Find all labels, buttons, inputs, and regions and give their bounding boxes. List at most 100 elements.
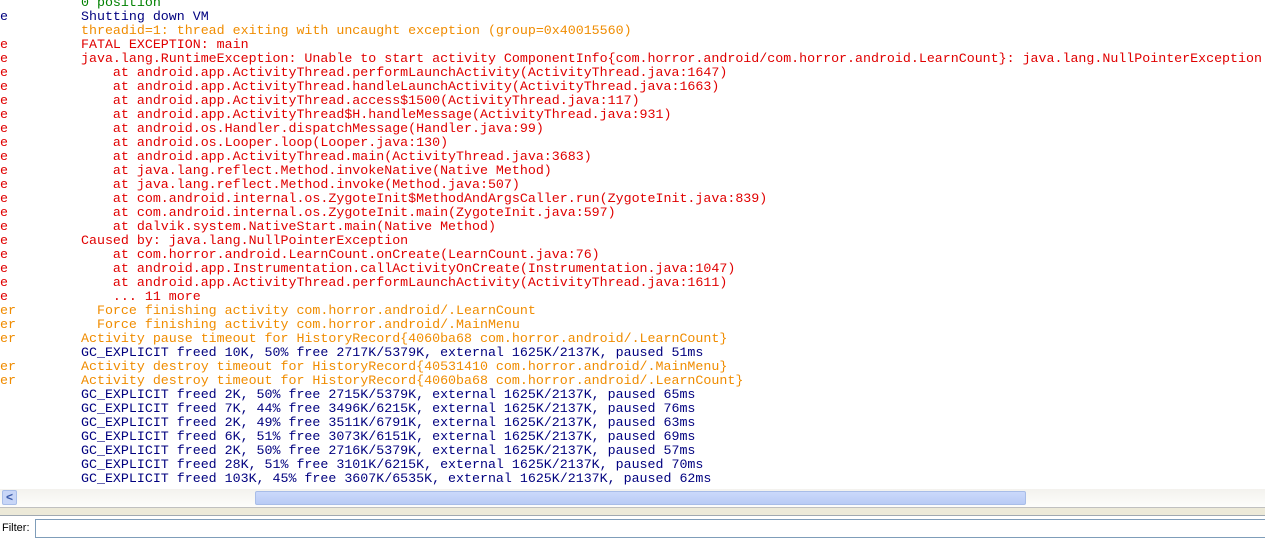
log-row[interactable]: e at android.app.ActivityThread.handleLa…	[0, 80, 1265, 94]
log-row[interactable]: GC_EXPLICIT freed 28K, 51% free 3101K/62…	[0, 458, 1265, 472]
log-message: at android.app.ActivityThread.main(Activ…	[81, 149, 592, 164]
log-row[interactable]: e at android.app.ActivityThread.performL…	[0, 276, 1265, 290]
log-tag: e	[0, 51, 8, 66]
log-message: at java.lang.reflect.Method.invoke(Metho…	[81, 177, 520, 192]
divider	[0, 507, 1265, 516]
log-tag: e	[0, 149, 8, 164]
log-row[interactable]: er Activity pause timeout for HistoryReco…	[0, 332, 1265, 346]
log-tag: e	[0, 37, 8, 52]
log-message: at android.app.ActivityThread.performLau…	[81, 275, 728, 290]
log-message: Activity destroy timeout for HistoryReco…	[81, 373, 744, 388]
log-row[interactable]: e at java.lang.reflect.Method.invokeNati…	[0, 164, 1265, 178]
log-tag: e	[0, 65, 8, 80]
log-message: GC_EXPLICIT freed 28K, 51% free 3101K/62…	[81, 457, 704, 472]
log-message: Activity pause timeout for HistoryRecord…	[81, 331, 728, 346]
filter-input[interactable]	[35, 519, 1265, 538]
log-row[interactable]: er Activity destroy timeout for HistoryRe…	[0, 360, 1265, 374]
log-row[interactable]: GC_EXPLICIT freed 2K, 50% free 2716K/537…	[0, 444, 1265, 458]
log-row[interactable]: e at android.app.ActivityThread$H.handle…	[0, 108, 1265, 122]
log-tag: e	[0, 135, 8, 150]
log-row[interactable]: e FATAL EXCEPTION: main	[0, 38, 1265, 52]
log-tag: e	[0, 233, 8, 248]
logcat-output: 0 position e Shutting down VM threadid=1: t…	[0, 0, 1265, 489]
log-message: at android.app.ActivityThread.performLau…	[81, 65, 728, 80]
log-message: java.lang.RuntimeException: Unable to st…	[81, 51, 1262, 66]
log-row[interactable]: e Shutting down VM	[0, 10, 1265, 24]
log-message: at dalvik.system.NativeStart.main(Native…	[81, 219, 496, 234]
log-message: at android.app.ActivityThread.handleLaun…	[81, 79, 720, 94]
log-message: at android.os.Handler.dispatchMessage(Ha…	[81, 121, 544, 136]
log-row[interactable]: e Caused by: java.lang.NullPointerExcepti…	[0, 234, 1265, 248]
log-tag: e	[0, 219, 8, 234]
log-message: at com.android.internal.os.ZygoteInit.ma…	[81, 205, 616, 220]
log-row[interactable]: e at android.app.ActivityThread.performL…	[0, 66, 1265, 80]
log-tag: e	[0, 79, 8, 94]
log-message: GC_EXPLICIT freed 2K, 50% free 2715K/537…	[81, 387, 696, 402]
log-row[interactable]: e at com.android.internal.os.ZygoteInit$…	[0, 192, 1265, 206]
log-row[interactable]: e ... 11 more	[0, 290, 1265, 304]
log-tag: e	[0, 107, 8, 122]
log-tag: er	[0, 373, 16, 388]
horizontal-scrollbar[interactable]: <	[0, 489, 1265, 507]
log-row[interactable]: threadid=1: thread exiting with uncaught…	[0, 24, 1265, 38]
log-tag: er	[0, 331, 16, 346]
log-row[interactable]: GC_EXPLICIT freed 2K, 50% free 2715K/537…	[0, 388, 1265, 402]
log-message: ... 11 more	[81, 289, 201, 304]
log-tag: e	[0, 289, 8, 304]
log-row[interactable]: er Force finishing activity com.horror.a…	[0, 304, 1265, 318]
log-message: at com.horror.android.LearnCount.onCreat…	[81, 247, 600, 262]
log-message: at android.app.ActivityThread$H.handleMe…	[81, 107, 672, 122]
log-row[interactable]: e at android.os.Looper.loop(Looper.java:…	[0, 136, 1265, 150]
log-row[interactable]: e java.lang.RuntimeException: Unable to s…	[0, 52, 1265, 66]
log-message: Caused by: java.lang.NullPointerExceptio…	[81, 233, 409, 248]
log-tag: e	[0, 93, 8, 108]
log-row[interactable]: e at android.app.ActivityThread.main(Act…	[0, 150, 1265, 164]
log-message: at java.lang.reflect.Method.invokeNative…	[81, 163, 552, 178]
log-tag: e	[0, 205, 8, 220]
log-message: at android.app.ActivityThread.access$150…	[81, 93, 640, 108]
log-message: Force finishing activity com.horror.andr…	[81, 317, 520, 332]
log-message: threadid=1: thread exiting with uncaught…	[81, 23, 632, 38]
log-message: at android.os.Looper.loop(Looper.java:13…	[81, 135, 449, 150]
log-row[interactable]: e at android.app.ActivityThread.access$1…	[0, 94, 1265, 108]
log-row[interactable]: er Force finishing activity com.horror.a…	[0, 318, 1265, 332]
log-row[interactable]: GC_EXPLICIT freed 6K, 51% free 3073K/615…	[0, 430, 1265, 444]
log-message: at com.android.internal.os.ZygoteInit$Me…	[81, 191, 768, 206]
log-row[interactable]: e at dalvik.system.NativeStart.main(Nati…	[0, 220, 1265, 234]
log-message: GC_EXPLICIT freed 103K, 45% free 3607K/6…	[81, 471, 712, 486]
chevron-left-icon: <	[5, 490, 13, 504]
log-message: Force finishing activity com.horror.andr…	[81, 303, 536, 318]
log-tag: e	[0, 177, 8, 192]
log-message: GC_EXPLICIT freed 7K, 44% free 3496K/621…	[81, 401, 696, 416]
log-row[interactable]: e at com.horror.android.LearnCount.onCre…	[0, 248, 1265, 262]
log-message: at android.app.Instrumentation.callActiv…	[81, 261, 736, 276]
log-tag: e	[0, 121, 8, 136]
filter-label: Filter:	[2, 522, 30, 534]
log-message: GC_EXPLICIT freed 6K, 51% free 3073K/615…	[81, 429, 696, 444]
log-message: FATAL EXCEPTION: main	[81, 37, 249, 52]
log-tag: e	[0, 261, 8, 276]
log-tag: e	[0, 191, 8, 206]
filter-bar: Filter:	[0, 516, 1265, 540]
log-row[interactable]: er Activity destroy timeout for HistoryRe…	[0, 374, 1265, 388]
log-message: Activity destroy timeout for HistoryReco…	[81, 359, 728, 374]
log-row[interactable]: GC_EXPLICIT freed 2K, 49% free 3511K/679…	[0, 416, 1265, 430]
log-tag: e	[0, 275, 8, 290]
log-row[interactable]: GC_EXPLICIT freed 7K, 44% free 3496K/621…	[0, 402, 1265, 416]
log-row[interactable]: e at android.app.Instrumentation.callAct…	[0, 262, 1265, 276]
log-message: Shutting down VM	[81, 9, 209, 24]
log-row[interactable]: e at android.os.Handler.dispatchMessage(…	[0, 122, 1265, 136]
scrollbar-thumb[interactable]	[255, 491, 1026, 505]
log-tag: er	[0, 317, 16, 332]
log-row[interactable]: e at com.android.internal.os.ZygoteInit.…	[0, 206, 1265, 220]
log-tag: er	[0, 359, 16, 374]
log-message: GC_EXPLICIT freed 2K, 50% free 2716K/537…	[81, 443, 696, 458]
log-row[interactable]: GC_EXPLICIT freed 10K, 50% free 2717K/53…	[0, 346, 1265, 360]
scroll-left-button[interactable]: <	[2, 490, 17, 505]
log-row[interactable]: GC_EXPLICIT freed 103K, 45% free 3607K/6…	[0, 472, 1265, 486]
log-row[interactable]: e at java.lang.reflect.Method.invoke(Met…	[0, 178, 1265, 192]
log-tag: er	[0, 303, 16, 318]
log-message: GC_EXPLICIT freed 10K, 50% free 2717K/53…	[81, 345, 704, 360]
log-tag: e	[0, 9, 8, 24]
log-tag: e	[0, 163, 8, 178]
